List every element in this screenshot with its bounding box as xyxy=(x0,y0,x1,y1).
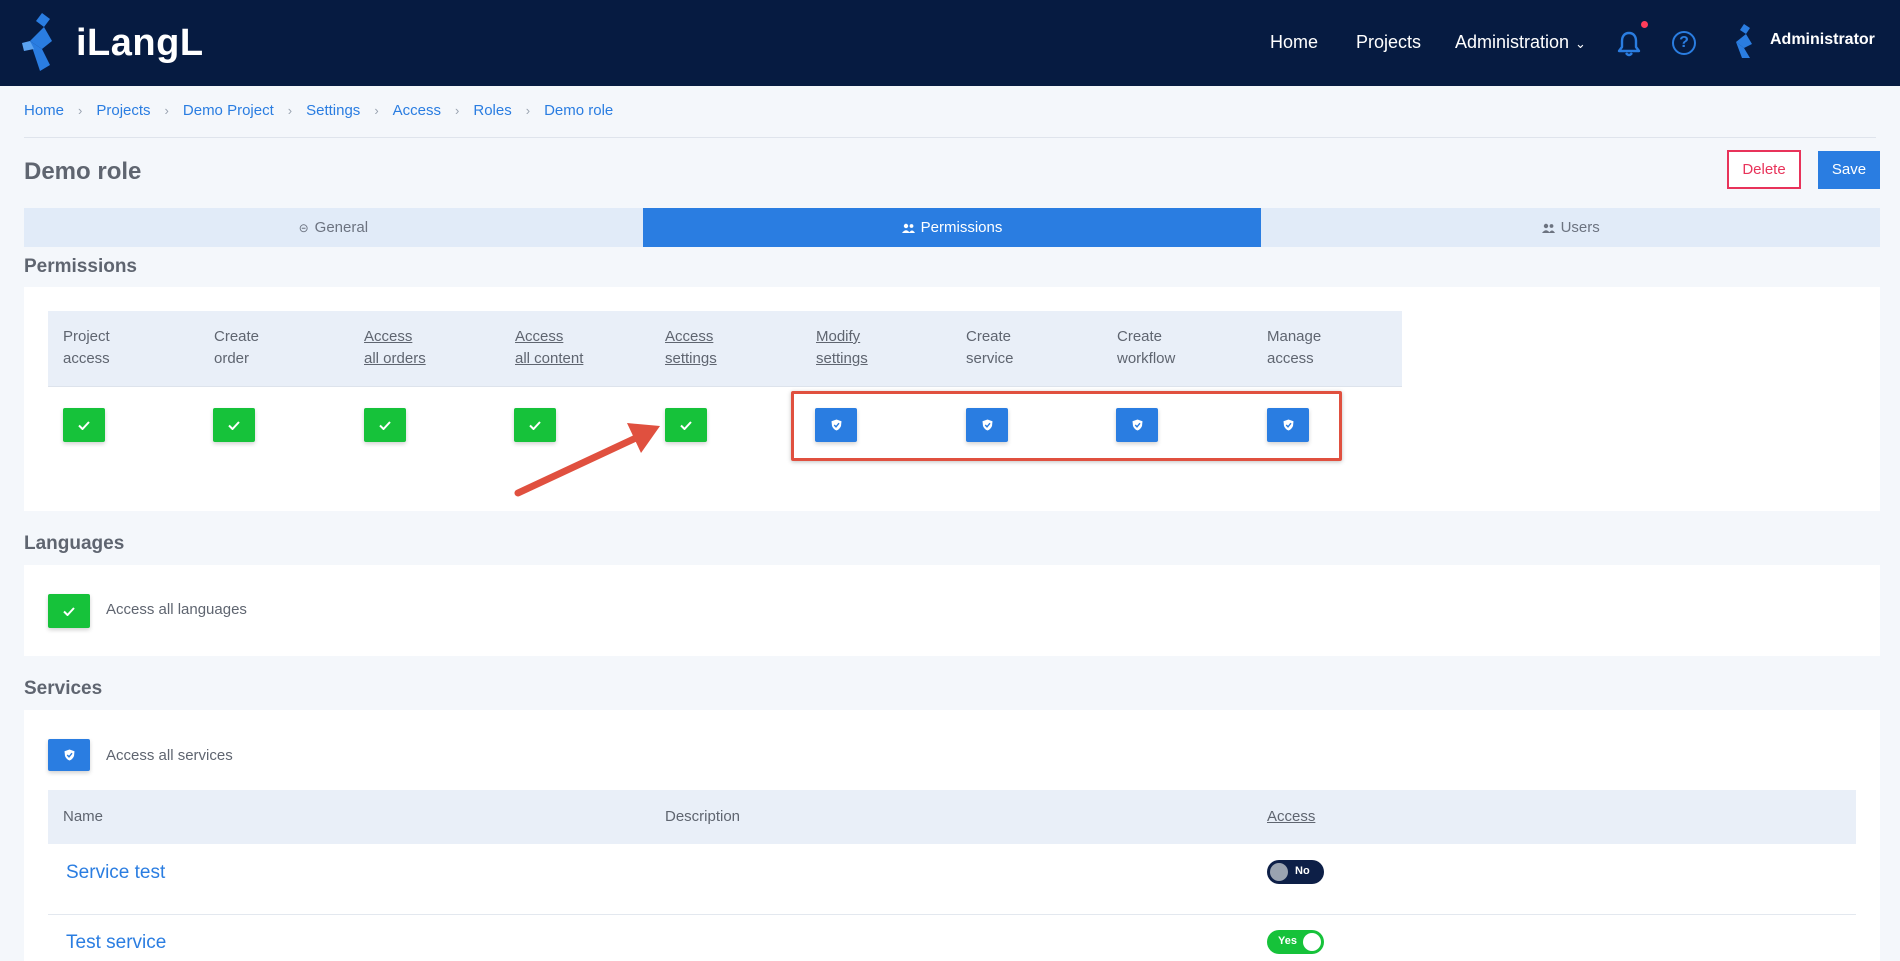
tab-permissions[interactable]: Permissions xyxy=(642,208,1262,247)
service-access-toggle[interactable]: No xyxy=(1267,860,1324,884)
chevron-right-icon: › xyxy=(525,103,531,118)
tab-users-label: Users xyxy=(1560,219,1600,236)
check-icon xyxy=(529,420,541,430)
help-icon[interactable]: ? xyxy=(1672,31,1696,55)
permissions-section-title: Permissions xyxy=(24,256,137,277)
perm-checkbox-access-all-orders[interactable] xyxy=(364,408,406,442)
services-section-title: Services xyxy=(24,678,103,699)
tab-general-label: General xyxy=(314,219,369,236)
chevron-right-icon: › xyxy=(164,103,169,118)
breadcrumb-roles[interactable]: Roles xyxy=(473,102,511,119)
services-col-name: Name xyxy=(63,808,104,825)
nav-administration-label: Administration xyxy=(1455,32,1570,52)
perm-col-access-all-content[interactable]: Access all content xyxy=(515,326,635,370)
toggle-label: Yes xyxy=(1278,935,1297,947)
perm-checkbox-access-all-content[interactable] xyxy=(514,408,556,442)
breadcrumb-divider xyxy=(24,137,1876,138)
table-row-divider xyxy=(48,914,1856,915)
nav-administration[interactable]: Administration ⌄ xyxy=(1455,32,1586,53)
languages-card xyxy=(24,565,1880,656)
page-title: Demo role xyxy=(24,158,142,185)
perm-checkbox-access-settings[interactable] xyxy=(665,408,707,442)
services-col-access[interactable]: Access xyxy=(1267,808,1315,825)
users-icon xyxy=(1541,223,1555,233)
perm-col-create-order: Create order xyxy=(214,328,260,367)
shield-icon xyxy=(64,749,74,761)
services-col-description: Description xyxy=(665,808,741,825)
toggle-knob xyxy=(1303,933,1321,951)
check-icon xyxy=(63,606,75,616)
check-icon xyxy=(78,420,90,430)
perm-checkbox-create-order[interactable] xyxy=(213,408,255,442)
top-navbar: iLangL Home Projects Administration ⌄ ? A… xyxy=(0,0,1900,86)
chevron-right-icon: › xyxy=(78,103,83,118)
check-icon xyxy=(228,420,240,430)
tab-permissions-label: Permissions xyxy=(920,219,1003,236)
access-all-services-label: Access all services xyxy=(106,747,233,764)
check-icon xyxy=(379,420,391,430)
perm-col-project-access: Project access xyxy=(63,328,110,367)
logo[interactable]: iLangL xyxy=(22,12,204,74)
bell-icon[interactable] xyxy=(1616,30,1642,58)
nav-home[interactable]: Home xyxy=(1270,32,1318,53)
perm-col-create-service: Create service xyxy=(966,328,1014,367)
annotation-highlight-box xyxy=(791,391,1342,461)
tab-users[interactable]: Users xyxy=(1261,208,1881,247)
access-all-languages-label: Access all languages xyxy=(106,601,247,618)
breadcrumb-projects[interactable]: Projects xyxy=(96,102,150,119)
breadcrumb-access[interactable]: Access xyxy=(393,102,441,119)
logo-text: iLangL xyxy=(76,21,204,64)
perm-col-manage-access: Manage access xyxy=(1267,328,1322,367)
nav-projects[interactable]: Projects xyxy=(1356,32,1421,53)
languages-section-title: Languages xyxy=(24,533,125,554)
breadcrumb-settings[interactable]: Settings xyxy=(306,102,360,119)
access-all-languages-checkbox[interactable] xyxy=(48,594,90,628)
user-menu[interactable]: Administrator xyxy=(1770,31,1875,49)
perm-col-create-workflow: Create workflow xyxy=(1117,328,1176,367)
chevron-right-icon: › xyxy=(287,103,293,118)
chevron-right-icon: › xyxy=(374,103,379,118)
perm-col-access-settings[interactable]: Access settings xyxy=(665,326,785,370)
users-icon xyxy=(901,223,915,233)
save-button[interactable]: Save xyxy=(1818,151,1880,189)
permissions-table-header: Project access Create order Access all orde… xyxy=(48,311,1402,387)
breadcrumb-demo-project[interactable]: Demo Project xyxy=(183,102,274,119)
toggle-knob xyxy=(1270,863,1288,881)
chevron-down-icon: ⌄ xyxy=(1575,36,1586,51)
services-table-header: Name Description Access xyxy=(48,790,1856,844)
breadcrumb-demo-role[interactable]: Demo role xyxy=(544,102,613,119)
logo-mark-icon xyxy=(22,13,52,71)
tab-bar: ⊝ General Permissions Users xyxy=(24,208,1881,247)
perm-col-modify-settings[interactable]: Modify settings xyxy=(816,326,936,370)
check-icon xyxy=(680,420,692,430)
notification-dot xyxy=(1641,21,1648,28)
access-all-services-checkbox[interactable] xyxy=(48,739,90,771)
chevron-right-icon: › xyxy=(455,103,460,118)
tab-general[interactable]: ⊝ General xyxy=(24,208,643,247)
delete-button[interactable]: Delete xyxy=(1727,150,1801,189)
service-row-name-link[interactable]: Test service xyxy=(66,932,166,954)
user-avatar-icon[interactable] xyxy=(1730,24,1760,58)
perm-checkbox-project-access[interactable] xyxy=(63,408,105,442)
breadcrumb: Home › Projects › Demo Project › Setting… xyxy=(24,102,613,119)
toggle-label: No xyxy=(1295,865,1310,877)
service-row-name-link[interactable]: Service test xyxy=(66,862,165,884)
service-access-toggle[interactable]: Yes xyxy=(1267,930,1324,954)
minus-circle-icon: ⊝ xyxy=(298,220,309,235)
perm-col-access-all-orders[interactable]: Access all orders xyxy=(364,326,484,370)
breadcrumb-home[interactable]: Home xyxy=(24,102,64,119)
